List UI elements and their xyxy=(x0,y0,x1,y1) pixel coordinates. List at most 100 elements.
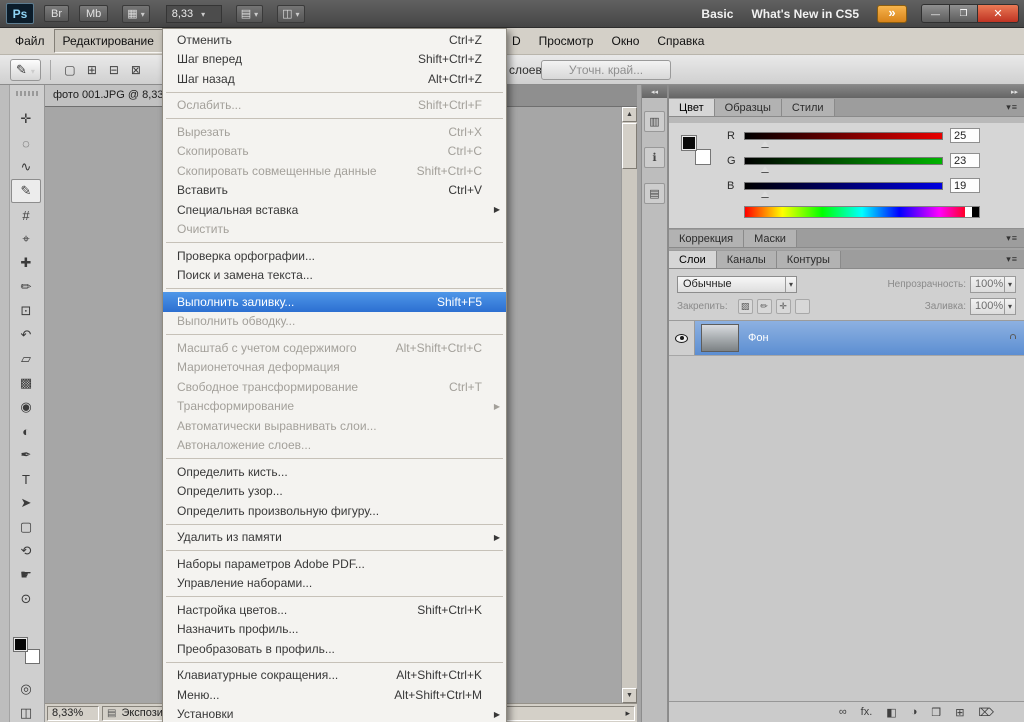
minimize-button[interactable]: — xyxy=(921,4,949,23)
edit-menu-item[interactable]: Наборы параметров Adobe PDF... xyxy=(163,554,506,574)
collapse-dock-button[interactable] xyxy=(669,85,1024,98)
histogram-panel-icon[interactable]: ▥ xyxy=(644,111,665,132)
info-panel-icon[interactable]: ℹ xyxy=(644,147,665,168)
blend-mode-select[interactable]: Обычные xyxy=(677,276,797,293)
foreground-swatch[interactable] xyxy=(681,135,697,151)
slider-thumb-icon[interactable] xyxy=(761,191,769,197)
panel-menu-icon[interactable] xyxy=(1000,102,1024,116)
arrange-documents-dropdown[interactable]: ▦ xyxy=(122,5,149,23)
brush-tool[interactable]: ✏ xyxy=(11,275,41,299)
layer-row[interactable]: Фон xyxy=(669,321,1024,356)
document-tab[interactable]: фото 001.JPG @ 8,33 xyxy=(45,85,179,106)
selection-mode-button[interactable]: ⊠ xyxy=(126,60,146,80)
crop-tool[interactable]: # xyxy=(11,203,41,227)
edit-menu-item[interactable]: Преобразовать в профиль... xyxy=(163,639,506,659)
pen-tool[interactable]: ✒ xyxy=(11,443,41,467)
status-flyout-arrow-icon[interactable] xyxy=(625,707,630,719)
edit-menu-item[interactable]: Определить узор... xyxy=(163,482,506,502)
history-brush-tool[interactable]: ↶ xyxy=(11,323,41,347)
edit-menu-item[interactable]: Свободное трансформирование Ctrl+T xyxy=(163,377,506,397)
panel-tab[interactable]: Маски xyxy=(744,230,797,247)
panel-grip[interactable] xyxy=(16,91,38,96)
adjustment-layer-icon[interactable]: ◑ xyxy=(911,706,918,718)
panel-tab[interactable]: Каналы xyxy=(717,251,777,268)
eyedropper-tool[interactable]: ⌖ xyxy=(11,227,41,251)
layer-visibility-toggle[interactable] xyxy=(669,321,695,355)
clone-stamp-tool[interactable]: ⊡ xyxy=(11,299,41,323)
rotate-view-tool[interactable]: ⟲ xyxy=(11,539,41,563)
lasso-tool[interactable]: ∿ xyxy=(11,155,41,179)
zoom-tool[interactable]: ⊙ xyxy=(11,587,41,611)
healing-brush-tool[interactable]: ✚ xyxy=(11,251,41,275)
zoom-level-dropdown[interactable]: 8,33 xyxy=(166,5,222,23)
edit-menu-item[interactable]: Управление наборами... xyxy=(163,574,506,594)
background-swatch[interactable] xyxy=(695,149,711,165)
scrollbar-thumb[interactable] xyxy=(622,123,637,169)
foreground-color-swatch[interactable] xyxy=(13,637,28,652)
screen-mode-button[interactable]: ◫ xyxy=(11,701,41,722)
edit-menu-item[interactable]: Марионеточная деформация xyxy=(163,358,506,378)
panel-menu-icon[interactable] xyxy=(1000,254,1024,268)
black-white-swatches[interactable] xyxy=(965,207,979,217)
channel-value-field[interactable]: 25 xyxy=(950,128,980,143)
edit-menu-item[interactable]: Скопировать совмещенные данные Shift+Ctr… xyxy=(163,161,506,181)
opacity-field[interactable]: 100% xyxy=(970,276,1016,293)
lock-all-icon[interactable] xyxy=(795,299,810,314)
new-layer-icon[interactable]: ⊞ xyxy=(955,706,964,719)
edit-menu-item[interactable]: Специальная вставка xyxy=(163,200,506,220)
marquee-tool[interactable]: ◌ xyxy=(11,131,41,155)
menu-title[interactable]: Редактирование xyxy=(54,29,163,53)
panel-menu-icon[interactable] xyxy=(1000,233,1024,247)
add-layer-mask-icon[interactable]: ◧ xyxy=(886,706,896,719)
slider-thumb-icon[interactable] xyxy=(761,166,769,172)
edit-menu-item[interactable]: Клавиатурные сокращения... Alt+Shift+Ctr… xyxy=(163,666,506,686)
edit-menu-item[interactable]: Отменить Ctrl+Z xyxy=(163,30,506,50)
edit-menu-item[interactable]: Автоматически выравнивать слои... xyxy=(163,416,506,436)
edit-menu-item[interactable]: Вырезать Ctrl+X xyxy=(163,122,506,142)
vertical-scrollbar[interactable] xyxy=(621,107,637,703)
menu-title[interactable]: Справка xyxy=(648,29,713,53)
edit-menu-item[interactable]: Определить произвольную фигуру... xyxy=(163,501,506,521)
hand-tool[interactable]: ☛ xyxy=(11,563,41,587)
selection-mode-button[interactable]: ▢ xyxy=(60,60,80,80)
restore-button[interactable]: ❐ xyxy=(949,4,977,23)
refine-edge-button[interactable]: Уточн. край... xyxy=(541,60,671,80)
edit-menu-item[interactable]: Настройка цветов... Shift+Ctrl+K xyxy=(163,600,506,620)
menu-title[interactable]: D xyxy=(503,29,530,53)
layer-thumbnail[interactable] xyxy=(701,324,739,352)
expand-dock-button[interactable] xyxy=(642,85,667,98)
new-group-icon[interactable]: ❒ xyxy=(931,706,941,719)
lock-position-icon[interactable]: ✛ xyxy=(776,299,791,314)
eraser-tool[interactable]: ▱ xyxy=(11,347,41,371)
panel-tab[interactable]: Образцы xyxy=(715,99,782,116)
workspace-switcher[interactable]: Basic xyxy=(701,7,733,21)
screen-mode-dropdown[interactable]: ◫ xyxy=(277,5,304,23)
edit-menu-item[interactable]: Шаг назад Alt+Ctrl+Z xyxy=(163,69,506,89)
edit-menu-item[interactable]: Назначить профиль... xyxy=(163,620,506,640)
move-tool[interactable]: ✛ xyxy=(11,107,41,131)
path-selection-tool[interactable]: ➤ xyxy=(11,491,41,515)
close-button[interactable]: ✕ xyxy=(977,4,1019,23)
panel-tab[interactable]: Цвет xyxy=(669,99,715,116)
gradient-tool[interactable]: ▩ xyxy=(11,371,41,395)
edit-menu-item[interactable]: Вставить Ctrl+V xyxy=(163,181,506,201)
edit-menu-item[interactable]: Шаг вперед Shift+Ctrl+Z xyxy=(163,50,506,70)
channel-slider[interactable] xyxy=(744,132,943,140)
menu-title[interactable]: Просмотр xyxy=(530,29,603,53)
whats-new-link[interactable]: What's New in CS5 xyxy=(751,7,859,21)
quick-mask-button[interactable]: ◎ xyxy=(11,677,41,701)
panel-tab[interactable]: Контуры xyxy=(777,251,841,268)
edit-menu-item[interactable]: Ослабить... Shift+Ctrl+F xyxy=(163,96,506,116)
selection-mode-button[interactable]: ⊞ xyxy=(82,60,102,80)
channel-slider[interactable] xyxy=(744,157,943,165)
edit-menu-item[interactable]: Поиск и замена текста... xyxy=(163,266,506,286)
workspace-overflow-button[interactable]: » xyxy=(877,5,907,23)
dodge-tool[interactable]: ◐ xyxy=(11,419,41,443)
edit-menu-item[interactable]: Очистить xyxy=(163,220,506,240)
edit-menu-item[interactable]: Определить кисть... xyxy=(163,462,506,482)
panel-tab[interactable]: Стили xyxy=(782,99,835,116)
view-extras-dropdown[interactable]: ▤ xyxy=(236,5,263,23)
rectangle-tool[interactable]: ▢ xyxy=(11,515,41,539)
zoom-status-field[interactable]: 8,33% xyxy=(47,706,99,721)
edit-menu-item[interactable]: Скопировать Ctrl+C xyxy=(163,142,506,162)
